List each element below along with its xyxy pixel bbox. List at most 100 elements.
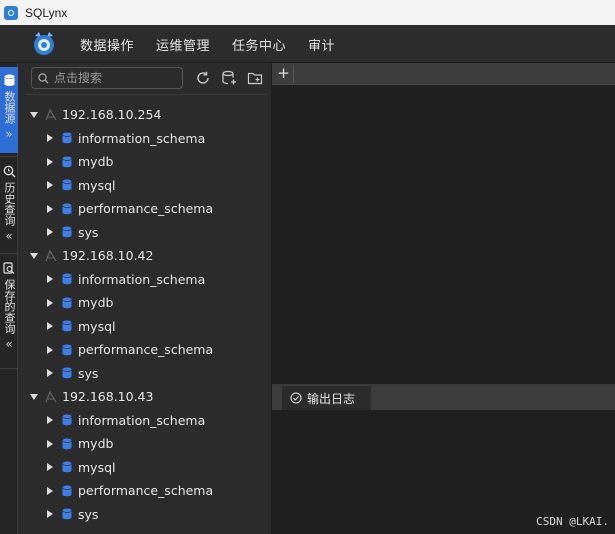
activity-saved-label: 保存的查询 (3, 279, 16, 334)
collapsed-arrow-icon[interactable] (46, 275, 54, 283)
menu-task-center[interactable]: 任务中心 (232, 35, 286, 54)
database-icon (60, 155, 74, 169)
top-menubar: 数据操作 运维管理 任务中心 审计 (0, 25, 615, 63)
database-name: sys (78, 224, 99, 240)
database-icon (60, 272, 74, 286)
server-host: 192.168.10.254 (62, 107, 162, 122)
tree-divider (26, 94, 266, 95)
collapsed-arrow-icon[interactable] (46, 134, 54, 142)
window-titlebar: SQLynx (0, 0, 615, 25)
expanded-arrow-icon[interactable] (30, 111, 38, 119)
collapsed-arrow-icon[interactable] (46, 463, 54, 471)
database-node[interactable]: sys (46, 503, 98, 526)
collapsed-arrow-icon[interactable] (46, 157, 54, 166)
collapsed-arrow-icon[interactable] (46, 439, 54, 448)
database-node[interactable]: information_schema (46, 127, 205, 150)
collapsed-arrow-icon[interactable] (46, 345, 54, 354)
database-name: sys (78, 506, 99, 522)
database-node[interactable]: mydb (46, 432, 113, 455)
database-node[interactable]: information_schema (46, 268, 205, 291)
collapsed-arrow-icon[interactable] (46, 416, 54, 424)
database-name: performance_schema (78, 201, 214, 216)
main-menu: 数据操作 运维管理 任务中心 审计 (80, 25, 357, 63)
refresh-icon[interactable] (195, 70, 211, 86)
database-node[interactable]: mydb (46, 291, 113, 314)
database-icon (2, 73, 16, 87)
database-name: performance_schema (78, 342, 214, 357)
database-name: mydb (78, 436, 114, 451)
collapse-chevron-icon[interactable]: « (5, 338, 12, 350)
database-name: information_schema (78, 271, 206, 287)
search-icon (38, 72, 49, 83)
collapsed-arrow-icon[interactable] (46, 228, 54, 236)
history-search-icon (2, 164, 16, 178)
activity-history[interactable]: 历史查询 « (0, 158, 18, 250)
datasource-panel: 192.168.10.254 information_schema mydb m… (18, 63, 272, 534)
menu-ops-management[interactable]: 运维管理 (156, 35, 210, 54)
database-icon (60, 178, 74, 192)
sqlynx-logo-icon (34, 32, 54, 55)
new-folder-icon[interactable] (247, 70, 263, 86)
database-icon (60, 131, 74, 145)
database-node[interactable]: mysql (46, 456, 116, 479)
database-node[interactable]: performance_schema (46, 479, 213, 502)
database-icon (60, 437, 74, 451)
collapsed-arrow-icon[interactable] (46, 510, 54, 518)
database-node[interactable]: mysql (46, 174, 116, 197)
database-node[interactable]: information_schema (46, 409, 205, 432)
database-name: mysql (78, 177, 116, 193)
collapsed-arrow-icon[interactable] (46, 204, 54, 213)
menu-data-ops[interactable]: 数据操作 (80, 35, 134, 54)
database-icon (60, 460, 74, 474)
database-name: mysql (78, 318, 116, 334)
database-icon (60, 484, 74, 498)
activity-datasource[interactable]: 数据源 » (0, 67, 18, 153)
database-node[interactable]: mysql (46, 315, 116, 338)
window-title: SQLynx (25, 5, 68, 20)
database-icon (60, 413, 74, 427)
menu-audit[interactable]: 审计 (308, 35, 335, 54)
activity-divider (0, 253, 18, 254)
activity-bar: 数据源 » 历史查询 « 保存的查询 « (0, 63, 18, 534)
database-icon (60, 507, 74, 521)
check-circle-icon (290, 392, 302, 404)
database-node[interactable]: performance_schema (46, 338, 213, 361)
activity-saved-queries[interactable]: 保存的查询 « (0, 255, 18, 365)
sql-editor-area[interactable] (272, 85, 615, 385)
database-icon (60, 296, 74, 310)
expanded-arrow-icon[interactable] (30, 393, 38, 401)
add-datasource-icon[interactable] (221, 70, 237, 86)
database-node[interactable]: sys (46, 221, 98, 244)
expand-chevron-icon[interactable]: » (5, 128, 12, 140)
collapsed-arrow-icon[interactable] (46, 486, 54, 495)
database-name: performance_schema (78, 483, 214, 498)
database-name: information_schema (78, 412, 206, 428)
collapsed-arrow-icon[interactable] (46, 369, 54, 377)
collapsed-arrow-icon[interactable] (46, 322, 54, 330)
database-icon (60, 319, 74, 333)
activity-history-label: 历史查询 (3, 182, 16, 226)
database-node[interactable]: sys (46, 362, 98, 385)
server-node[interactable]: 192.168.10.42 (30, 244, 153, 267)
server-host: 192.168.10.42 (62, 248, 154, 263)
server-node[interactable]: 192.168.10.254 (30, 103, 161, 126)
collapse-chevron-icon[interactable]: « (5, 230, 12, 242)
app-icon (4, 5, 18, 20)
database-node[interactable]: performance_schema (46, 197, 213, 220)
search-input[interactable] (54, 71, 174, 85)
database-icon (60, 202, 74, 216)
collapsed-arrow-icon[interactable] (46, 181, 54, 189)
activity-datasource-label: 数据源 (3, 91, 16, 124)
tab-output-log[interactable]: 输出日志 (282, 386, 372, 410)
server-connection-icon (44, 108, 58, 122)
server-node[interactable]: 192.168.10.43 (30, 385, 153, 408)
server-connection-icon (44, 249, 58, 263)
collapsed-arrow-icon[interactable] (46, 298, 54, 307)
add-tab-button[interactable]: + (274, 65, 294, 83)
database-icon (60, 366, 74, 380)
expanded-arrow-icon[interactable] (30, 252, 38, 260)
database-node[interactable]: mydb (46, 150, 113, 173)
database-name: sys (78, 365, 99, 381)
database-icon (60, 343, 74, 357)
database-name: mysql (78, 459, 116, 475)
